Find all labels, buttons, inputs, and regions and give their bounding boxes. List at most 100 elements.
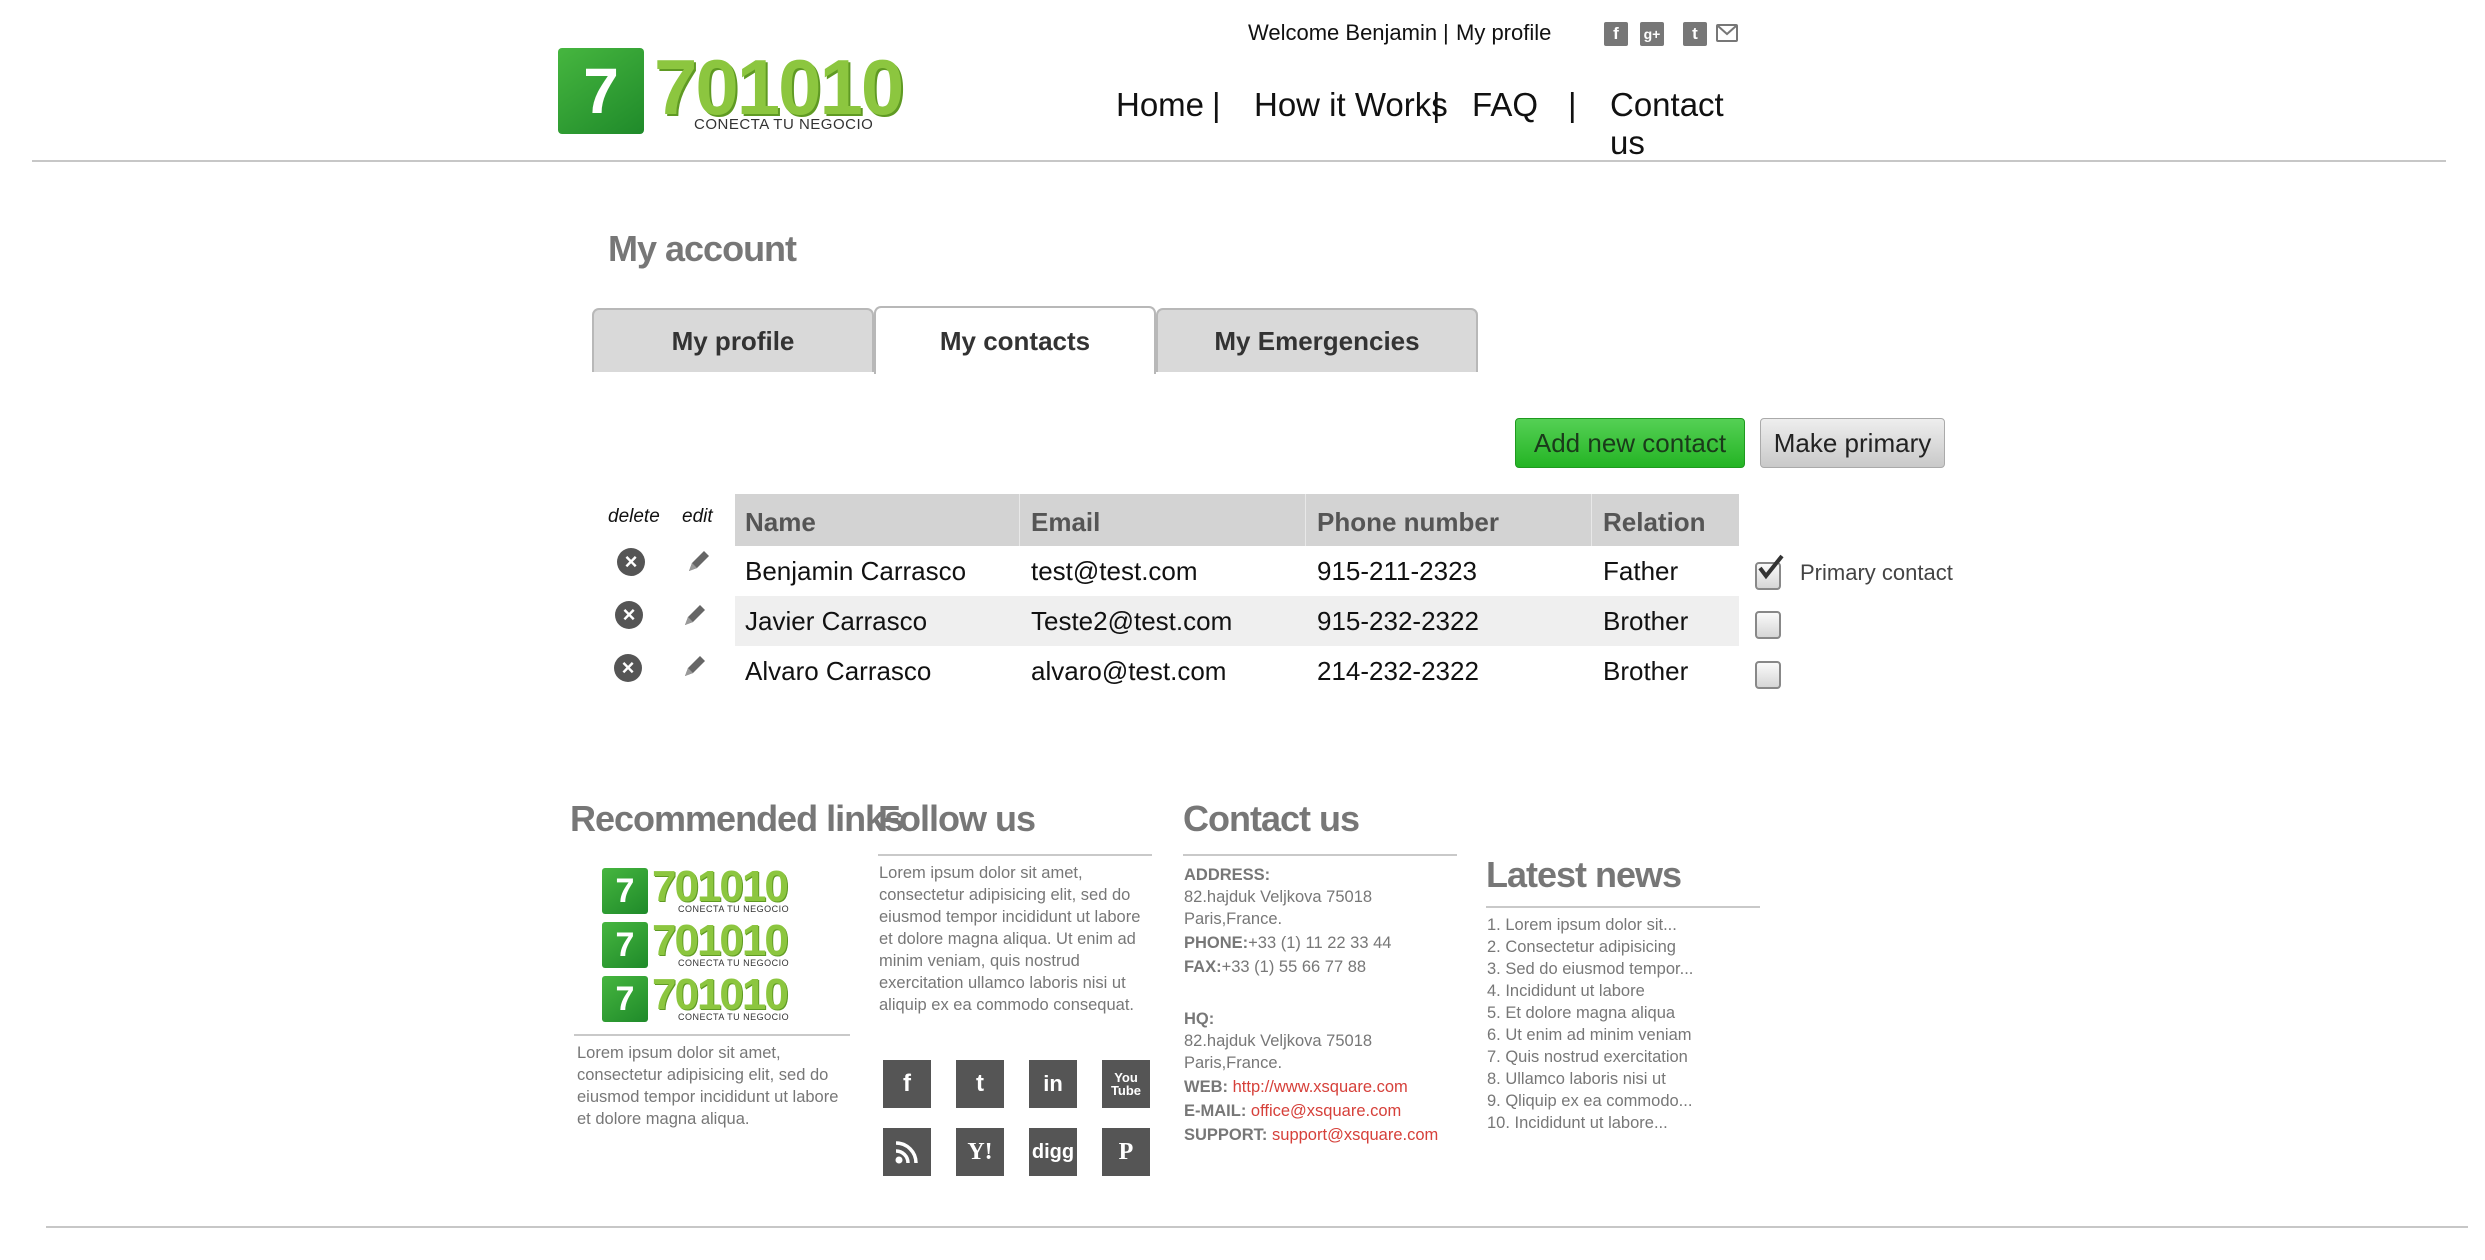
logo-tagline: CONECTA TU NEGOCIO bbox=[678, 904, 790, 914]
logo-mark: 7 bbox=[558, 48, 644, 134]
delete-contact-icon[interactable]: × bbox=[617, 548, 645, 576]
recommended-text: Lorem ipsum dolor sit amet, consectetur … bbox=[577, 1044, 839, 1128]
news-item[interactable]: 5. Et dolore magna aliqua bbox=[1487, 1002, 1767, 1024]
pinterest-icon[interactable]: P bbox=[1102, 1128, 1150, 1176]
news-item[interactable]: 3. Sed do eiusmod tempor... bbox=[1487, 958, 1767, 980]
nav-faq[interactable]: FAQ bbox=[1472, 86, 1538, 124]
column-email[interactable]: Email bbox=[1031, 507, 1100, 538]
tab-my-contacts[interactable]: My contacts bbox=[874, 306, 1156, 374]
contact-relation: Father bbox=[1603, 556, 1679, 586]
contact-email: Teste2@test.com bbox=[1031, 606, 1233, 636]
address-line: 82.hajduk Veljkova 75018 bbox=[1184, 888, 1373, 906]
welcome-separator: | bbox=[1443, 20, 1449, 45]
table-row[interactable]: Alvaro Carrasco alvaro@test.com 214-232-… bbox=[735, 646, 1739, 696]
edit-contact-icon[interactable] bbox=[680, 600, 710, 635]
delete-contact-icon[interactable]: × bbox=[614, 654, 642, 682]
logo-tagline: CONECTA TU NEGOCIO bbox=[678, 958, 790, 968]
contact-email: test@test.com bbox=[1031, 556, 1198, 586]
news-list: 1. Lorem ipsum dolor sit... 2. Consectet… bbox=[1487, 914, 1767, 1134]
contact-name: Javier Carrasco bbox=[745, 606, 928, 636]
support-label: SUPPORT: bbox=[1184, 1126, 1268, 1144]
facebook-icon[interactable]: f bbox=[883, 1060, 931, 1108]
youtube-icon[interactable]: You Tube bbox=[1102, 1060, 1150, 1108]
fax-value: +33 (1) 55 66 77 88 bbox=[1221, 958, 1367, 976]
facebook-icon[interactable]: f bbox=[1604, 22, 1628, 46]
recommended-links-title: Recommended links bbox=[570, 798, 904, 839]
nav-separator: | bbox=[1212, 86, 1221, 123]
section-divider bbox=[878, 854, 1152, 856]
hq-label: HQ: bbox=[1184, 1010, 1215, 1028]
hq-line: Paris,France. bbox=[1184, 1054, 1283, 1072]
column-divider bbox=[1591, 494, 1592, 546]
table-row[interactable]: Benjamin Carrasco test@test.com 915-211-… bbox=[735, 546, 1739, 596]
web-link[interactable]: http://www.xsquare.com bbox=[1233, 1078, 1408, 1096]
google-plus-icon[interactable]: g+ bbox=[1640, 22, 1664, 46]
logo-tagline: CONECTA TU NEGOCIO bbox=[694, 116, 874, 133]
web-label: WEB: bbox=[1184, 1078, 1228, 1096]
latest-news-title: Latest news bbox=[1486, 854, 1682, 895]
rss-icon[interactable] bbox=[883, 1128, 931, 1176]
news-item[interactable]: 10. Incididunt ut labore... bbox=[1487, 1112, 1767, 1134]
column-name[interactable]: Name bbox=[745, 507, 816, 538]
primary-contact-label: Primary contact bbox=[1800, 560, 1953, 585]
digg-icon[interactable]: digg bbox=[1029, 1128, 1077, 1176]
contact-name: Alvaro Carrasco bbox=[745, 656, 932, 686]
recommended-link-logo[interactable]: 7 701010 CONECTA TU NEGOCIO bbox=[602, 862, 792, 914]
yahoo-icon[interactable]: Y! bbox=[956, 1128, 1004, 1176]
news-item[interactable]: 7. Quis nostrud exercitation bbox=[1487, 1046, 1767, 1068]
recommended-link-logo[interactable]: 7 701010 CONECTA TU NEGOCIO bbox=[602, 970, 792, 1022]
email-label: E-MAIL: bbox=[1184, 1102, 1247, 1120]
contacts-table-header: Name Email Phone number Relation bbox=[735, 494, 1739, 546]
table-row[interactable]: Javier Carrasco Teste2@test.com 915-232-… bbox=[735, 596, 1739, 646]
checkmark-icon bbox=[1756, 552, 1786, 587]
phone-value: +33 (1) 11 22 33 44 bbox=[1248, 934, 1392, 952]
primary-checkbox[interactable] bbox=[1755, 661, 1781, 689]
nav-separator: | bbox=[1568, 86, 1577, 123]
support-link[interactable]: support@xsquare.com bbox=[1272, 1126, 1438, 1144]
column-divider bbox=[1019, 494, 1020, 546]
tab-my-emergencies[interactable]: My Emergencies bbox=[1156, 308, 1478, 372]
make-primary-button[interactable]: Make primary bbox=[1760, 418, 1945, 468]
delete-contact-icon[interactable]: × bbox=[615, 601, 643, 629]
contact-us-title: Contact us bbox=[1183, 798, 1360, 839]
edit-contact-icon[interactable] bbox=[684, 546, 714, 581]
primary-checkbox[interactable] bbox=[1755, 611, 1781, 639]
my-profile-link[interactable]: My profile bbox=[1456, 20, 1551, 46]
section-divider bbox=[1486, 906, 1760, 908]
nav-contact-us[interactable]: Contact us bbox=[1610, 86, 1740, 162]
nav-how-it-works[interactable]: How it Works bbox=[1254, 86, 1448, 124]
email-icon[interactable] bbox=[1716, 24, 1738, 42]
contact-relation: Brother bbox=[1603, 606, 1689, 636]
news-item[interactable]: 6. Ut enim ad minim veniam bbox=[1487, 1024, 1767, 1046]
site-logo[interactable]: 7 701010 CONECTA TU NEGOCIO bbox=[558, 43, 904, 140]
logo-mark: 7 bbox=[602, 976, 648, 1022]
follow-us-text: Lorem ipsum dolor sit amet, consectetur … bbox=[879, 864, 1141, 1014]
follow-us-title: Follow us bbox=[878, 798, 1036, 839]
page-title: My account bbox=[608, 228, 797, 269]
news-item[interactable]: 4. Incididunt ut labore bbox=[1487, 980, 1767, 1002]
twitter-icon[interactable]: t bbox=[1683, 22, 1707, 46]
main-nav: Home | How it Works | FAQ | Contact us bbox=[1100, 86, 1740, 161]
contact-phone: 915-232-2322 bbox=[1317, 606, 1479, 636]
tab-my-profile[interactable]: My profile bbox=[592, 308, 874, 372]
contact-details: ADDRESS: 82.hajduk Veljkova 75018 Paris,… bbox=[1184, 864, 1464, 1146]
edit-contact-icon[interactable] bbox=[680, 651, 710, 686]
add-new-contact-button[interactable]: Add new contact bbox=[1515, 418, 1745, 468]
linkedin-icon[interactable]: in bbox=[1029, 1060, 1077, 1108]
column-phone[interactable]: Phone number bbox=[1317, 507, 1499, 538]
column-relation[interactable]: Relation bbox=[1603, 507, 1706, 538]
hq-line: 82.hajduk Veljkova 75018 bbox=[1184, 1032, 1373, 1050]
contact-email: alvaro@test.com bbox=[1031, 656, 1227, 686]
header-divider bbox=[32, 160, 2446, 162]
twitter-icon[interactable]: t bbox=[956, 1060, 1004, 1108]
news-item[interactable]: 8. Ullamco laboris nisi ut bbox=[1487, 1068, 1767, 1090]
news-item[interactable]: 9. Qliquip ex ea commodo... bbox=[1487, 1090, 1767, 1112]
recommended-link-logo[interactable]: 7 701010 CONECTA TU NEGOCIO bbox=[602, 916, 792, 968]
contact-name: Benjamin Carrasco bbox=[745, 556, 967, 586]
address-label: ADDRESS: bbox=[1184, 866, 1271, 884]
contact-relation: Brother bbox=[1603, 656, 1689, 686]
news-item[interactable]: 2. Consectetur adipisicing bbox=[1487, 936, 1767, 958]
news-item[interactable]: 1. Lorem ipsum dolor sit... bbox=[1487, 914, 1767, 936]
nav-home[interactable]: Home bbox=[1116, 86, 1204, 124]
email-link[interactable]: office@xsquare.com bbox=[1251, 1102, 1401, 1120]
